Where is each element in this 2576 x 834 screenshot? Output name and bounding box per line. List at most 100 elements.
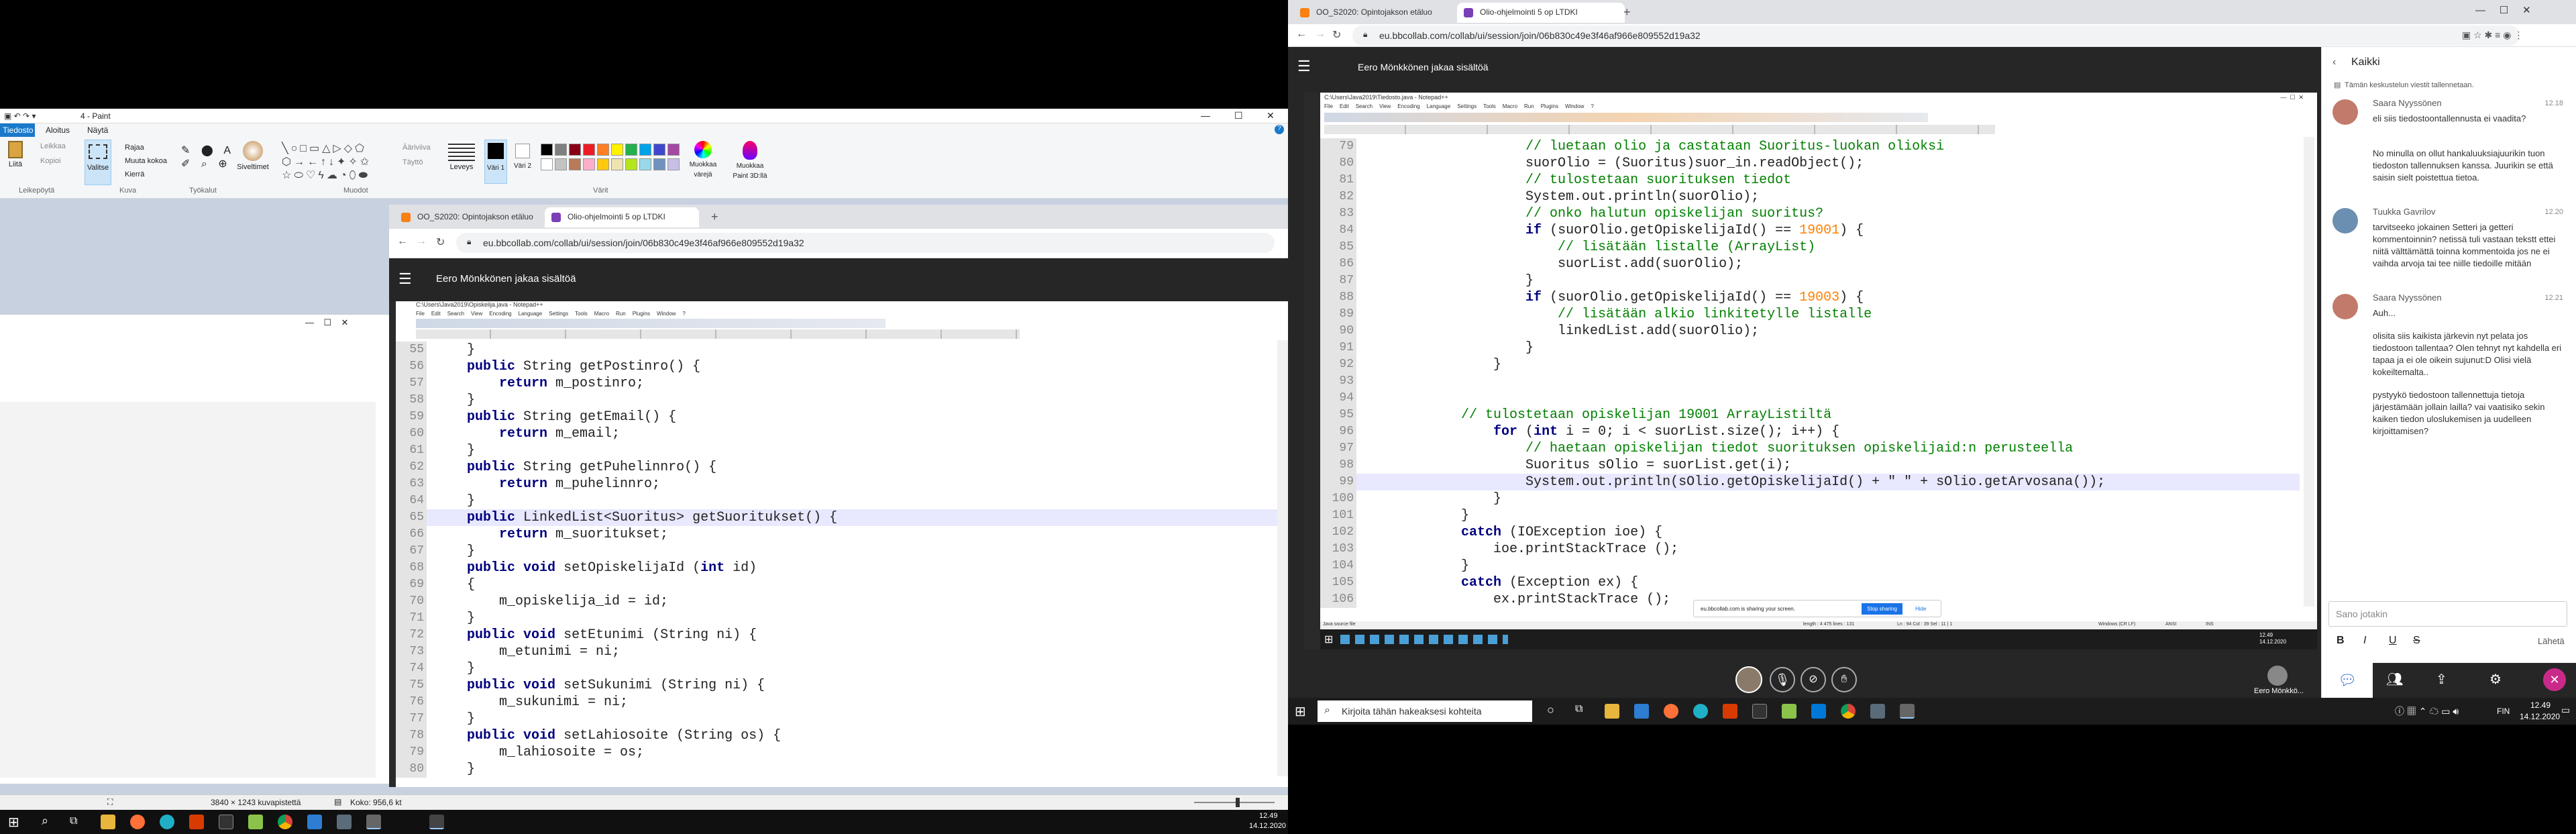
language-indicator[interactable]: FIN — [2497, 707, 2510, 716]
camera-off-icon[interactable]: ⊘ — [1801, 667, 1826, 692]
npp-menu-item[interactable]: Language — [1427, 103, 1451, 109]
code-line[interactable]: 72 public void setEtunimi (String ni) { — [396, 627, 1280, 643]
right-tab-1[interactable]: OO_S2020: Opintojakson etäluo — [1293, 3, 1454, 23]
code-line[interactable]: 83 // onko halutun opiskelijan suoritus? — [1320, 205, 2300, 222]
raise-hand-icon[interactable]: ✋︎ — [1831, 667, 1857, 692]
bold-button[interactable]: B — [2337, 635, 2345, 647]
palette-swatch[interactable] — [625, 158, 637, 170]
size-button[interactable]: Leveys — [448, 141, 475, 171]
shapes-gallery[interactable]: ╲○□▭△▷◇⬠ ⬡→←↑↓✦✧✩ ☆⬭♡ϟ☁◔⬯⬬ — [282, 142, 389, 183]
code-line[interactable]: 89 // lisätään alkio linkitetylle listal… — [1320, 306, 2300, 323]
taskbar-search[interactable]: ⌕ Kirjoita tähän hakeaksesi kohteita — [1318, 700, 1532, 722]
paint3d-button[interactable]: Muokkaa Paint 3D:llä — [731, 141, 769, 180]
task-view-icon[interactable]: ⧉ — [70, 815, 77, 827]
forward-icon[interactable]: → — [416, 236, 427, 248]
close-button[interactable]: ✕ — [1267, 110, 1275, 121]
code-line[interactable]: 80 } — [396, 761, 1280, 778]
select-button[interactable]: Valitse — [85, 140, 111, 185]
npp-menu-item[interactable]: Edit — [431, 311, 441, 317]
palette-swatch[interactable] — [611, 144, 623, 156]
code-line[interactable]: 100 } — [1320, 490, 2300, 507]
palette-swatch[interactable] — [639, 144, 651, 156]
npp-menu-item[interactable]: Search — [447, 311, 464, 317]
chrome-icon[interactable] — [1841, 704, 1856, 719]
zoom-thumb[interactable] — [1236, 798, 1240, 807]
code-line[interactable]: 91 } — [1320, 340, 2300, 356]
npp-menu-item[interactable]: Window — [1565, 103, 1584, 109]
hide-button[interactable]: Hide — [1915, 606, 1926, 612]
menu-home[interactable]: Aloitus — [46, 125, 70, 135]
npp-menu-item[interactable]: Tools — [1483, 103, 1496, 109]
fill-dropdown[interactable]: Täyttö — [402, 158, 423, 166]
npp-toolbar-right[interactable] — [1324, 113, 1928, 122]
terminal-icon[interactable] — [219, 815, 233, 829]
send-button[interactable]: Lähetä — [2538, 636, 2565, 646]
npp-menu-item[interactable]: Search — [1356, 103, 1373, 109]
firefox-icon[interactable] — [130, 815, 145, 829]
npp-menu-item[interactable]: ? — [1591, 103, 1593, 109]
npp-menu-item[interactable]: Settings — [549, 311, 568, 317]
code-line[interactable]: 64 } — [396, 492, 1280, 509]
code-line[interactable]: 103 ioe.printStackTrace (); — [1320, 541, 2300, 558]
brushes-button[interactable]: Siveltimet — [236, 141, 270, 171]
npp-doc-tabs[interactable] — [416, 329, 1020, 339]
cut-button[interactable]: Leikkaa — [40, 142, 66, 150]
menu-icon[interactable]: ☰ — [398, 270, 412, 288]
npp-menu-item[interactable]: View — [1379, 103, 1391, 109]
tray-icons[interactable]: ⓘ ▦ ⌃ ☁ ▭ 🔊︎ — [2395, 705, 2459, 718]
code-line[interactable]: 63 return m_puhelinnro; — [396, 476, 1280, 492]
inner-start-icon[interactable]: ⊞ — [1324, 633, 1333, 646]
stop-sharing-button[interactable]: Stop sharing — [1862, 603, 1902, 615]
code-line[interactable]: 58 } — [396, 392, 1280, 409]
code-line[interactable]: 97 // haetaan opiskelijan tiedot suoritu… — [1320, 440, 2300, 457]
code-line[interactable]: 104 } — [1320, 558, 2300, 574]
code-line[interactable]: 69 { — [396, 576, 1280, 593]
palette-swatch[interactable] — [555, 144, 567, 156]
firefox-icon[interactable] — [1664, 704, 1678, 719]
npp-menu-item[interactable]: Macro — [1503, 103, 1517, 109]
paint-icon[interactable] — [337, 815, 352, 829]
minimize-button[interactable]: — — [1201, 110, 1210, 121]
code-line[interactable]: 55 } — [396, 342, 1280, 358]
chrome-icon[interactable] — [278, 815, 292, 829]
palette-swatch[interactable] — [597, 158, 609, 170]
menu-icon[interactable]: ☰ — [1297, 58, 1311, 75]
code-line[interactable]: 73 m_etunimi = ni; — [396, 643, 1280, 660]
back-icon[interactable]: ← — [1296, 28, 1307, 40]
code-line[interactable]: 102 catch (IOException ioe) { — [1320, 524, 2300, 541]
terminal-icon[interactable] — [1752, 704, 1767, 719]
code-line[interactable]: 94 — [1320, 390, 2300, 407]
app-icon-2[interactable] — [1900, 704, 1915, 719]
code-line[interactable]: 78 public void setLahiosoite (String os)… — [396, 727, 1280, 744]
code-line[interactable]: 71 } — [396, 610, 1280, 627]
code-line[interactable]: 75 public void setSukunimi (String ni) { — [396, 677, 1280, 694]
vpn-icon[interactable] — [307, 815, 322, 829]
code-line[interactable]: 99 System.out.println(sOlio.getOpiskelij… — [1320, 474, 2300, 490]
right-tab-2[interactable]: Olio-ohjelmointi 5 op LTDKI — [1457, 3, 1625, 23]
palette-swatch[interactable] — [555, 158, 567, 170]
code-line[interactable]: 79 // luetaan olio ja castataan Suoritus… — [1320, 138, 2300, 155]
avatar[interactable] — [1735, 666, 1762, 693]
share-tab-icon[interactable]: ⇪ — [2436, 671, 2447, 688]
palette-swatch[interactable] — [541, 158, 553, 170]
left-url-field[interactable]: 🔒︎ eu.bbcollab.com/collab/ui/session/joi… — [456, 233, 1275, 253]
npp-menu-item[interactable]: Encoding — [1397, 103, 1419, 109]
npp-menu-item[interactable]: Run — [616, 311, 626, 317]
notifications-icon[interactable]: ▭ — [2561, 705, 2570, 716]
code-line[interactable]: 57 return m_postinro; — [396, 375, 1280, 392]
code-line[interactable]: 88 if (suorOlio.getOpiskelijaId() == 190… — [1320, 289, 2300, 306]
edit-colors-button[interactable]: Muokkaa värejä — [684, 141, 722, 178]
rotate-button[interactable]: Kierrä — [125, 170, 144, 178]
code-line[interactable]: 93 — [1320, 373, 2300, 390]
inner-taskbar-apps[interactable] — [1340, 635, 1508, 644]
code-line[interactable]: 67 } — [396, 543, 1280, 560]
npp-menu-item[interactable]: Run — [1524, 103, 1534, 109]
code-line[interactable]: 68 public void setOpiskelijaId (int id) — [396, 560, 1280, 576]
strike-button[interactable]: S — [2413, 635, 2420, 647]
palette-swatch[interactable] — [569, 144, 581, 156]
color1-button[interactable]: Väri 1 — [484, 140, 507, 184]
palette-swatch[interactable] — [653, 158, 665, 170]
forward-icon[interactable]: → — [1315, 28, 1326, 40]
npp-menu-item[interactable]: Macro — [594, 311, 609, 317]
palette-swatch[interactable] — [667, 158, 680, 170]
